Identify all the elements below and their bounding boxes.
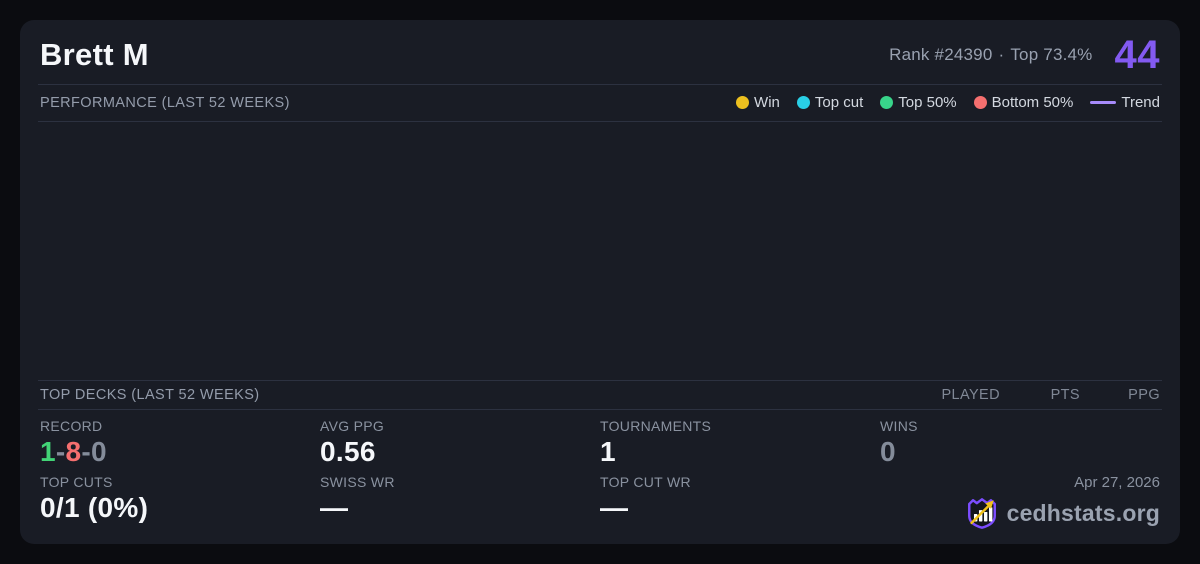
record-losses: 8 (65, 435, 82, 467)
rank-group: Rank #24390 · Top 73.4% 44 (889, 33, 1160, 77)
report-date: Apr 27, 2026 (1074, 474, 1160, 491)
stat-top-cut-wr: TOP CUT WR — (600, 474, 880, 530)
performance-chart (38, 122, 1162, 381)
player-stats-card: Brett M Rank #24390 · Top 73.4% 44 PERFORM… (20, 20, 1180, 544)
top-50-dot-icon (880, 96, 894, 109)
stat-top-cuts: TOP CUTS 0/1 (0%) (40, 474, 320, 530)
stat-label: TOP CUTS (40, 474, 113, 490)
card-header: Brett M Rank #24390 · Top 73.4% 44 (38, 32, 1162, 85)
stat-record: RECORD 1-8-0 (40, 418, 320, 466)
top-decks-columns: PLAYED PTS PPG (920, 387, 1160, 403)
stat-swiss-wr: SWISS WR — (320, 474, 600, 530)
column-header-played: PLAYED (941, 386, 1000, 403)
stats-grid: RECORD 1-8-0 AVG PPG 0.56 TOURNAMENTS 1 … (38, 418, 1162, 530)
stat-wins: WINS 0 (880, 418, 1160, 466)
stat-label: RECORD (40, 417, 103, 434)
legend-label: Win (754, 94, 780, 111)
brand-row: cedhstats.org (965, 496, 1160, 530)
win-dot-icon (736, 96, 750, 109)
legend-item-bottom-50: Bottom 50% (973, 94, 1074, 111)
tournaments-value: 1 (600, 435, 616, 467)
record-value: 1-8-0 (40, 435, 320, 467)
performance-header-row: PERFORMANCE (LAST 52 WEEKS) Win Top cut … (38, 85, 1162, 122)
stat-label: TOURNAMENTS (600, 417, 712, 434)
record-dash: - (81, 435, 91, 467)
legend-item-win: Win (736, 94, 780, 111)
column-header-pts: PTS (1050, 386, 1080, 403)
top-cuts-value: 0/1 (0%) (40, 492, 149, 523)
record-draws: 0 (91, 435, 107, 467)
legend-label: Top 50% (898, 94, 957, 111)
legend-item-top-cut: Top cut (796, 94, 864, 111)
legend-item-top-50: Top 50% (880, 94, 957, 111)
player-name: Brett M (40, 36, 149, 72)
cedhstats-logo-icon (965, 496, 999, 530)
legend-label: Top cut (814, 94, 864, 111)
stat-avg-ppg: AVG PPG 0.56 (320, 418, 600, 466)
column-header-ppg: PPG (1128, 386, 1160, 403)
stat-tournaments: TOURNAMENTS 1 (600, 418, 880, 466)
top-decks-section-title: TOP DECKS (LAST 52 WEEKS) (40, 386, 260, 403)
record-wins: 1 (40, 435, 56, 467)
rank-label: Rank #24390 (889, 45, 993, 64)
top-decks-header-row: TOP DECKS (LAST 52 WEEKS) PLAYED PTS PPG (38, 381, 1162, 410)
rank-separator: · (998, 45, 1005, 64)
trend-line-icon (1090, 101, 1117, 104)
chart-legend: Win Top cut Top 50% Bottom 50% Trend (736, 94, 1160, 111)
swiss-wr-value: — (320, 492, 349, 523)
record-dash: - (55, 435, 66, 467)
stat-label: SWISS WR (320, 474, 395, 490)
rank-text: Rank #24390 · Top 73.4% (889, 45, 1092, 65)
performance-section-title: PERFORMANCE (LAST 52 WEEKS) (40, 94, 290, 111)
legend-label: Bottom 50% (991, 94, 1074, 111)
top-cut-wr-value: — (600, 492, 629, 523)
top-cut-dot-icon (796, 96, 810, 109)
legend-label: Trend (1121, 94, 1160, 111)
top-percent-label: Top 73.4% (1010, 45, 1093, 64)
points-value: 44 (1114, 33, 1160, 77)
stat-label: TOP CUT WR (600, 474, 691, 490)
stat-label: WINS (880, 417, 918, 434)
brand-name: cedhstats.org (1006, 499, 1160, 526)
stat-label: AVG PPG (320, 417, 385, 434)
avg-ppg-value: 0.56 (320, 435, 376, 467)
bottom-50-dot-icon (973, 96, 987, 109)
footer-cell: Apr 27, 2026 cedhstats.org (880, 474, 1160, 530)
wins-value: 0 (880, 435, 896, 467)
legend-item-trend: Trend (1090, 94, 1160, 111)
